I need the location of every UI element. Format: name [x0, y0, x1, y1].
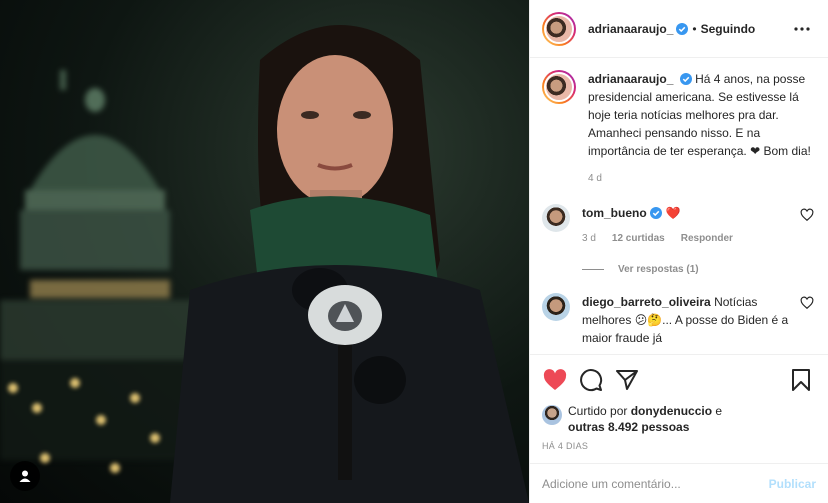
separator-dot: •	[692, 21, 697, 36]
add-comment-input[interactable]	[542, 476, 769, 491]
post-sidebar: adrianaaraujo_ • Seguindo adrianaaraujo_	[529, 0, 828, 503]
comment-item: diego_barreto_oliveira Notícias melhores…	[542, 293, 814, 347]
likes-summary: Curtido por donydenuccio e outras 8.492 …	[542, 403, 814, 435]
tagged-users-button[interactable]	[10, 461, 40, 491]
comment-item: tom_bueno ❤️ 3 d 12 curtidas Responder	[542, 204, 814, 248]
caption: adrianaaraujo_ Há 4 anos, na posse presi…	[542, 70, 814, 188]
verified-badge-icon	[676, 22, 689, 35]
bookmark-icon	[792, 369, 810, 391]
comments-section[interactable]: adrianaaraujo_ Há 4 anos, na posse presi…	[530, 58, 828, 354]
likes-connector: e	[715, 404, 723, 418]
verified-badge-icon	[679, 73, 692, 85]
liker-username[interactable]: donydenuccio	[631, 404, 712, 418]
liker-avatar[interactable]	[542, 405, 562, 425]
heart-filled-icon	[543, 369, 567, 390]
view-replies-button[interactable]: Ver respostas (1)	[582, 264, 814, 275]
caption-time[interactable]: 4 d	[588, 170, 814, 188]
commenter-username[interactable]: tom_bueno	[582, 204, 647, 222]
replies-divider	[582, 269, 604, 270]
reply-button[interactable]: Responder	[681, 230, 733, 248]
likes-others-link[interactable]: outras 8.492 pessoas	[568, 420, 689, 434]
save-button[interactable]	[788, 367, 814, 393]
paper-plane-icon	[616, 370, 638, 390]
author-avatar[interactable]	[542, 11, 576, 46]
instagram-post-modal: adrianaaraujo_ • Seguindo adrianaaraujo_	[0, 0, 828, 503]
publish-button[interactable]: Publicar	[769, 477, 816, 491]
caption-author-username[interactable]: adrianaaraujo_	[588, 72, 673, 86]
post-image[interactable]	[0, 0, 529, 503]
caption-author-avatar[interactable]	[542, 70, 576, 104]
likes-prefix: Curtido por	[568, 404, 628, 418]
following-button[interactable]: Seguindo	[701, 22, 756, 36]
comment-meta: 3 d 12 curtidas Responder	[582, 230, 814, 248]
verified-badge-icon	[649, 207, 662, 219]
like-comment-heart-icon[interactable]	[800, 208, 814, 222]
more-icon	[794, 26, 810, 31]
user-icon	[19, 470, 31, 482]
commenter-username[interactable]: diego_barreto_oliveira	[582, 295, 711, 309]
like-button[interactable]	[542, 367, 568, 393]
comment-time[interactable]: 3 d	[582, 230, 596, 248]
post-header: adrianaaraujo_ • Seguindo	[530, 0, 828, 58]
post-date[interactable]: HÁ 4 DIAS	[542, 441, 814, 463]
comment-bubble-icon	[580, 369, 603, 392]
more-options-button[interactable]	[790, 17, 814, 41]
comment-text: ❤️	[665, 206, 681, 220]
comment-likes[interactable]: 12 curtidas	[612, 230, 665, 248]
add-comment-form: Publicar	[530, 463, 828, 503]
post-actions: Curtido por donydenuccio e outras 8.492 …	[530, 354, 828, 463]
reporter-figure	[170, 25, 529, 503]
commenter-avatar[interactable]	[542, 293, 570, 321]
commenter-avatar[interactable]	[542, 204, 570, 232]
view-replies-label: Ver respostas (1)	[618, 264, 699, 275]
share-button[interactable]	[614, 367, 640, 393]
comment-button[interactable]	[578, 367, 604, 393]
like-comment-heart-icon[interactable]	[800, 296, 814, 310]
author-username[interactable]: adrianaaraujo_	[588, 22, 673, 36]
